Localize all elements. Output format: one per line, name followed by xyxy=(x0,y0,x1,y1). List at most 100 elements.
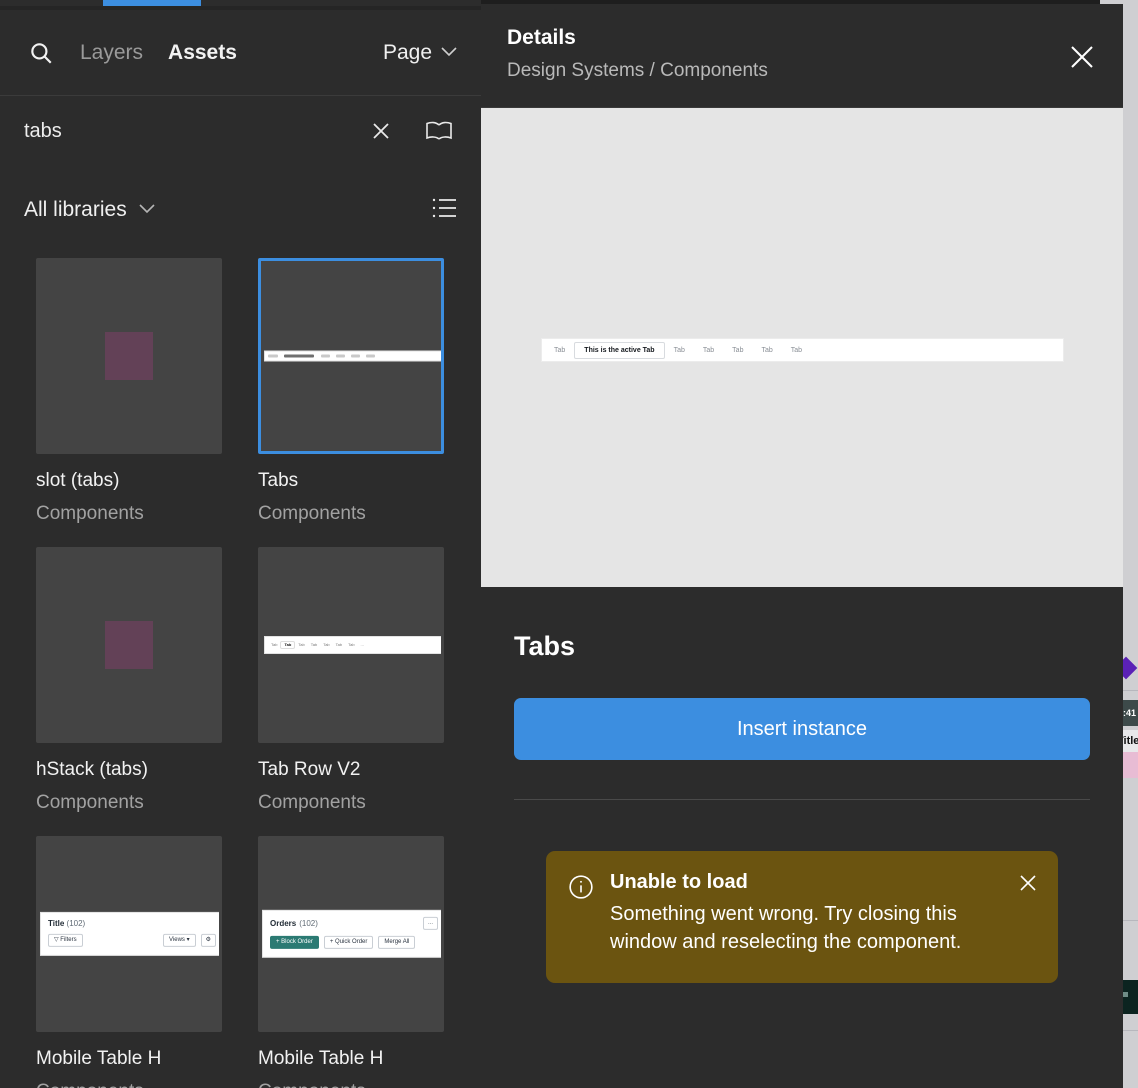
insert-instance-button[interactable]: Insert instance xyxy=(514,698,1090,760)
mini-orders-toolbar: Orders (102) ... + Block Order + Quick O… xyxy=(263,910,441,958)
asset-item[interactable]: hStack (tabs) Components xyxy=(36,547,222,814)
mini-overflow-button: ... xyxy=(422,916,438,930)
mini-tab: Tab xyxy=(335,642,343,647)
close-icon[interactable] xyxy=(1016,871,1040,900)
asset-name: slot (tabs) xyxy=(36,470,120,491)
details-header: Details Design Systems / Components xyxy=(481,4,1123,108)
asset-thumbnail-selected[interactable] xyxy=(258,258,444,454)
toast-title: Unable to load xyxy=(610,871,748,893)
preview-tab: Tab xyxy=(702,346,715,354)
mini-block-order-label: Block Order xyxy=(281,939,313,945)
library-filter-row: All libraries xyxy=(0,180,481,240)
asset-library: Components xyxy=(258,792,366,813)
mini-quick-order-button: + Quick Order xyxy=(323,936,374,950)
mini-card-count: (102) xyxy=(299,918,318,928)
page-selector[interactable]: Page xyxy=(383,41,457,65)
mini-card-title: Title (102) xyxy=(48,919,216,928)
asset-item[interactable]: Tab Tab Tab Tab Tab Tab Tab ... Tab Row … xyxy=(258,547,444,814)
library-filter-label[interactable]: All libraries xyxy=(24,198,127,222)
asset-item[interactable]: Title (102) ▽ Filters Views ▾ ⚙ Mobile T… xyxy=(36,836,222,1088)
preview-tab-bar: Tab This is the active Tab Tab Tab Tab T… xyxy=(542,339,1063,361)
preview-tab: Tab xyxy=(673,346,685,354)
purple-square-icon xyxy=(105,621,153,669)
tab-assets[interactable]: Assets xyxy=(168,41,237,65)
asset-item[interactable]: slot (tabs) Components xyxy=(36,258,222,525)
mini-quick-order-label: Quick Order xyxy=(335,939,368,945)
preview-tab: Tab xyxy=(732,346,744,354)
mini-tab-overflow: ... xyxy=(360,642,364,647)
mini-filters-button: ▽ Filters xyxy=(48,933,83,948)
details-panel: Details Design Systems / Components Tab … xyxy=(481,4,1123,1088)
close-icon[interactable] xyxy=(1067,42,1097,77)
asset-library: Components xyxy=(258,503,366,524)
asset-search-row: tabs xyxy=(0,97,481,165)
close-icon[interactable] xyxy=(363,113,399,149)
purple-square-icon xyxy=(105,332,153,380)
breadcrumb: Design Systems / Components xyxy=(507,60,768,81)
toast-message: Something went wrong. Try closing this w… xyxy=(610,903,962,954)
mini-views-button: Views ▾ xyxy=(163,933,196,948)
asset-name: Mobile Table H xyxy=(258,1048,384,1069)
figma-window: 9:41 Title Layers Assets Page tabs All l… xyxy=(0,0,1138,1088)
assets-panel: Layers Assets Page tabs All libraries sl… xyxy=(0,0,481,1088)
asset-name: Tab Row V2 xyxy=(258,759,361,780)
mini-card-count: (102) xyxy=(66,918,86,928)
asset-grid: slot (tabs) Components Tabs Components h… xyxy=(0,258,481,1088)
asset-name: hStack (tabs) xyxy=(36,759,148,780)
toast-text: Unable to load Something went wrong. Try… xyxy=(610,871,1036,957)
page-title: Details xyxy=(507,26,576,49)
mini-card-title: Orders (102) ... xyxy=(270,916,438,930)
asset-item[interactable]: Orders (102) ... + Block Order + Quick O… xyxy=(258,836,444,1088)
gear-icon: ⚙ xyxy=(200,933,216,948)
mini-card-title-text: Title xyxy=(48,918,65,928)
chevron-down-icon: ▾ xyxy=(184,936,190,943)
mini-card-row: ▽ Filters Views ▾ ⚙ xyxy=(48,933,216,948)
asset-item-tabs[interactable]: Tabs Components xyxy=(258,258,444,525)
asset-thumbnail[interactable]: Tab Tab Tab Tab Tab Tab Tab ... xyxy=(258,547,444,743)
asset-library: Components xyxy=(36,1081,222,1088)
asset-name: Mobile Table H xyxy=(36,1048,162,1069)
asset-thumbnail[interactable]: Title (102) ▽ Filters Views ▾ ⚙ xyxy=(36,836,222,1032)
mini-tab: Tab xyxy=(323,642,330,647)
asset-name: Tabs xyxy=(258,470,299,491)
asset-thumbnail[interactable] xyxy=(36,258,222,454)
chevron-down-icon xyxy=(441,44,457,62)
mini-tab: Tab xyxy=(298,642,305,647)
search-icon[interactable] xyxy=(24,36,58,70)
asset-library: Components xyxy=(36,503,144,524)
mini-filters-label: Filters xyxy=(60,936,77,943)
preview-tab-active: This is the active Tab xyxy=(574,341,665,359)
error-toast: Unable to load Something went wrong. Try… xyxy=(546,851,1058,983)
panel-tab-bar: Layers Assets Page xyxy=(0,10,481,96)
mini-card-title-text: Orders xyxy=(270,918,297,928)
preview-tab: Tab xyxy=(761,346,773,354)
page-selector-label: Page xyxy=(382,40,432,64)
component-preview: Tab This is the active Tab Tab Tab Tab T… xyxy=(481,108,1123,587)
mini-merge-all-button: Merge All xyxy=(378,936,416,950)
chevron-down-icon[interactable] xyxy=(139,201,155,219)
search-input[interactable]: tabs xyxy=(24,120,363,143)
list-icon[interactable] xyxy=(431,197,457,224)
book-icon[interactable] xyxy=(421,113,457,149)
divider xyxy=(514,799,1090,800)
preview-tab: Tab xyxy=(790,346,803,354)
tab-layers[interactable]: Layers xyxy=(80,41,143,65)
preview-tab: Tab xyxy=(554,346,566,354)
mini-tab-bar: Tab Tab Tab Tab Tab Tab Tab ... xyxy=(265,637,441,653)
details-body: Tabs Insert instance Unable to load Some… xyxy=(481,587,1123,1088)
info-icon xyxy=(568,874,594,957)
asset-thumbnail[interactable] xyxy=(36,547,222,743)
asset-library: Components xyxy=(36,792,144,813)
mini-views-label: Views xyxy=(169,936,185,943)
mini-tab: Tab xyxy=(310,642,318,647)
mini-tab: Tab xyxy=(348,642,355,647)
component-name: Tabs xyxy=(514,631,576,661)
mini-block-order-button: + Block Order xyxy=(270,936,319,950)
asset-thumbnail[interactable]: Orders (102) ... + Block Order + Quick O… xyxy=(258,836,444,1032)
mini-card-row: + Block Order + Quick Order Merge All xyxy=(270,936,438,950)
mini-tab-active: Tab xyxy=(280,641,296,649)
mini-tab: Tab xyxy=(271,642,278,647)
asset-library: Components xyxy=(258,1081,444,1088)
mini-tab-bar xyxy=(265,351,441,361)
mini-title-toolbar: Title (102) ▽ Filters Views ▾ ⚙ xyxy=(41,912,219,956)
